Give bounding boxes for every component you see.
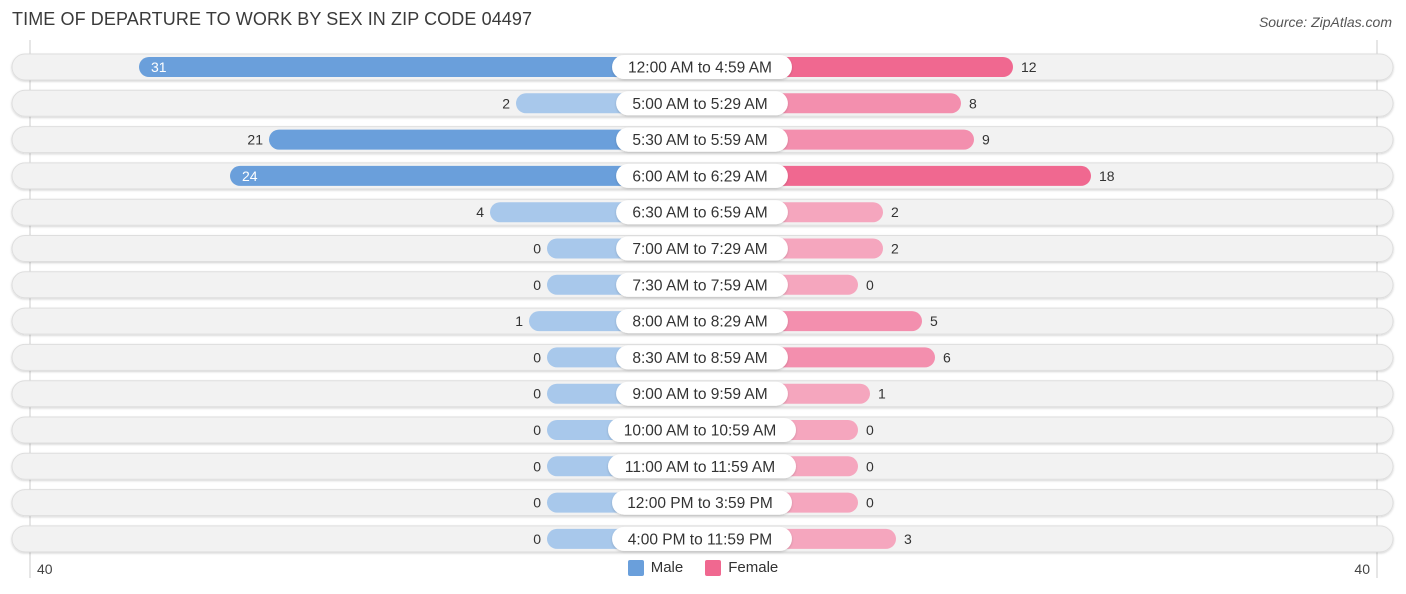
value-label-male: 31 xyxy=(151,59,167,75)
legend-swatch-male xyxy=(627,559,644,576)
legend-label-male: Male xyxy=(650,559,684,576)
legend-item-male[interactable]: Male xyxy=(627,559,684,576)
value-label-female: 8 xyxy=(969,95,977,111)
category-label: 9:00 AM to 9:59 AM xyxy=(632,386,767,403)
legend-swatch-female xyxy=(705,559,722,576)
value-label-male: 4 xyxy=(476,204,484,220)
category-label: 7:00 AM to 7:29 AM xyxy=(632,241,767,258)
category-label: 12:00 PM to 3:59 PM xyxy=(627,495,773,512)
value-label-male: 1 xyxy=(515,313,523,329)
value-label-female: 5 xyxy=(930,313,938,329)
value-label-male: 24 xyxy=(242,168,258,184)
chart-canvas: 12:00 AM to 4:59 AM31 125:00 AM to 5:29 A… xyxy=(11,40,1394,578)
value-label-female: 18 xyxy=(1099,168,1115,184)
value-label-female: 9 xyxy=(982,132,990,148)
category-label: 12:00 AM to 4:59 AM xyxy=(628,60,772,77)
value-label-male: 0 xyxy=(533,349,541,365)
category-label: 4:00 PM to 11:59 PM xyxy=(628,531,772,548)
value-label-female: 2 xyxy=(891,241,899,257)
category-label: 10:00 AM to 10:59 AM xyxy=(624,423,777,440)
value-label-male: 21 xyxy=(247,132,263,148)
value-label-male: 0 xyxy=(533,495,541,511)
value-label-female: 0 xyxy=(866,277,874,293)
value-label-male: 0 xyxy=(533,241,541,257)
value-label-male: 0 xyxy=(533,386,541,402)
value-label-female: 6 xyxy=(943,349,951,365)
category-label: 8:00 AM to 8:29 AM xyxy=(632,314,767,331)
value-label-female: 1 xyxy=(878,386,886,402)
category-label: 7:30 AM to 7:59 AM xyxy=(632,277,767,294)
category-label: 6:00 AM to 6:29 AM xyxy=(632,168,767,185)
legend: Male Female xyxy=(0,559,1406,576)
value-label-male: 0 xyxy=(533,422,541,438)
value-label-female: 0 xyxy=(866,495,874,511)
value-label-female: 0 xyxy=(866,422,874,438)
category-label: 5:00 AM to 5:29 AM xyxy=(632,96,767,113)
value-label-male: 0 xyxy=(533,277,541,293)
category-label: 5:30 AM to 5:59 AM xyxy=(632,132,767,149)
value-label-male: 0 xyxy=(533,458,541,474)
value-label-female: 0 xyxy=(866,458,874,474)
category-label: 8:30 AM to 8:59 AM xyxy=(632,350,767,367)
legend-item-female[interactable]: Female xyxy=(705,559,778,576)
value-label-female: 12 xyxy=(1021,59,1037,75)
value-label-female: 2 xyxy=(891,204,899,220)
legend-label-female: Female xyxy=(728,559,779,576)
value-label-male: 0 xyxy=(533,531,541,547)
value-label-female: 3 xyxy=(904,531,912,547)
value-label-male: 2 xyxy=(502,95,510,111)
category-label: 11:00 AM to 11:59 AM xyxy=(625,459,775,476)
category-label: 6:30 AM to 6:59 AM xyxy=(632,205,767,222)
